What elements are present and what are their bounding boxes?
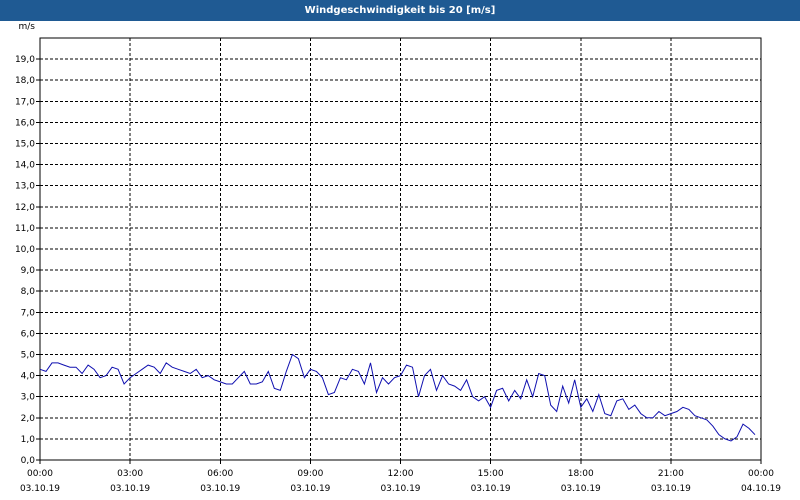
y-tick-label: 1,0 xyxy=(21,435,36,445)
x-tick-time-label: 18:00 xyxy=(568,469,594,479)
x-tick-date-label: 03.10.19 xyxy=(200,484,240,494)
y-tick-label: 5,0 xyxy=(21,351,36,361)
x-tick-time-label: 21:00 xyxy=(658,469,684,479)
x-tick-date-label: 03.10.19 xyxy=(471,484,511,494)
chart-area: 0,0 1,0 2,0 3,0 4,0 5,0 6,0 7,0 8,0 9,0 10,0 11,0 12… xyxy=(0,21,800,500)
y-tick-label: 16,0 xyxy=(15,118,35,128)
x-tick-time-label: 00:00 xyxy=(27,469,53,479)
y-tick-label: 3,0 xyxy=(21,393,36,403)
x-tick-time-label: 09:00 xyxy=(297,469,323,479)
y-tick-label: 14,0 xyxy=(15,161,35,171)
y-tick-label: 7,0 xyxy=(21,308,36,318)
window-title: Windgeschwindigkeit bis 20 [m/s] xyxy=(0,0,800,21)
x-tick-date-label: 04.10.19 xyxy=(741,484,781,494)
y-axis-unit: m/s xyxy=(19,22,36,32)
y-tick-label: 6,0 xyxy=(21,329,36,339)
x-tick-time-label: 15:00 xyxy=(478,469,504,479)
x-tick-time-label: 03:00 xyxy=(117,469,143,479)
x-tick-time-label: 06:00 xyxy=(207,469,233,479)
y-tick-label: 12,0 xyxy=(15,203,35,213)
y-tick-label: 2,0 xyxy=(21,414,36,424)
x-tick-date-label: 03.10.19 xyxy=(20,484,60,494)
y-tick-label: 13,0 xyxy=(15,182,35,192)
wind-speed-chart: 0,0 1,0 2,0 3,0 4,0 5,0 6,0 7,0 8,0 9,0 10,0 11,0 12… xyxy=(15,22,781,494)
y-tick-label: 19,0 xyxy=(15,55,35,65)
x-tick-time-label: 00:00 xyxy=(748,469,774,479)
wind-speed-line xyxy=(39,353,756,442)
x-tick-date-label: 03.10.19 xyxy=(561,484,601,494)
x-tick-date-label: 03.10.19 xyxy=(651,484,691,494)
y-tick-label: 18,0 xyxy=(15,76,35,86)
y-tick-label: 10,0 xyxy=(15,245,35,255)
x-tick-date-label: 03.10.19 xyxy=(110,484,150,494)
y-tick-label: 9,0 xyxy=(21,266,36,276)
y-tick-label: 8,0 xyxy=(21,287,36,297)
x-tick-date-label: 03.10.19 xyxy=(380,484,420,494)
x-tick-date-label: 03.10.19 xyxy=(290,484,330,494)
x-tick-time-label: 12:00 xyxy=(388,469,414,479)
y-tick-label: 17,0 xyxy=(15,97,35,107)
y-tick-label: 11,0 xyxy=(15,224,35,234)
y-tick-label: 0,0 xyxy=(21,456,36,466)
chart-window: Windgeschwindigkeit bis 20 [m/s] 0,0 1,0 2… xyxy=(0,0,800,500)
y-tick-label: 15,0 xyxy=(15,140,35,150)
y-tick-label: 4,0 xyxy=(21,372,36,382)
